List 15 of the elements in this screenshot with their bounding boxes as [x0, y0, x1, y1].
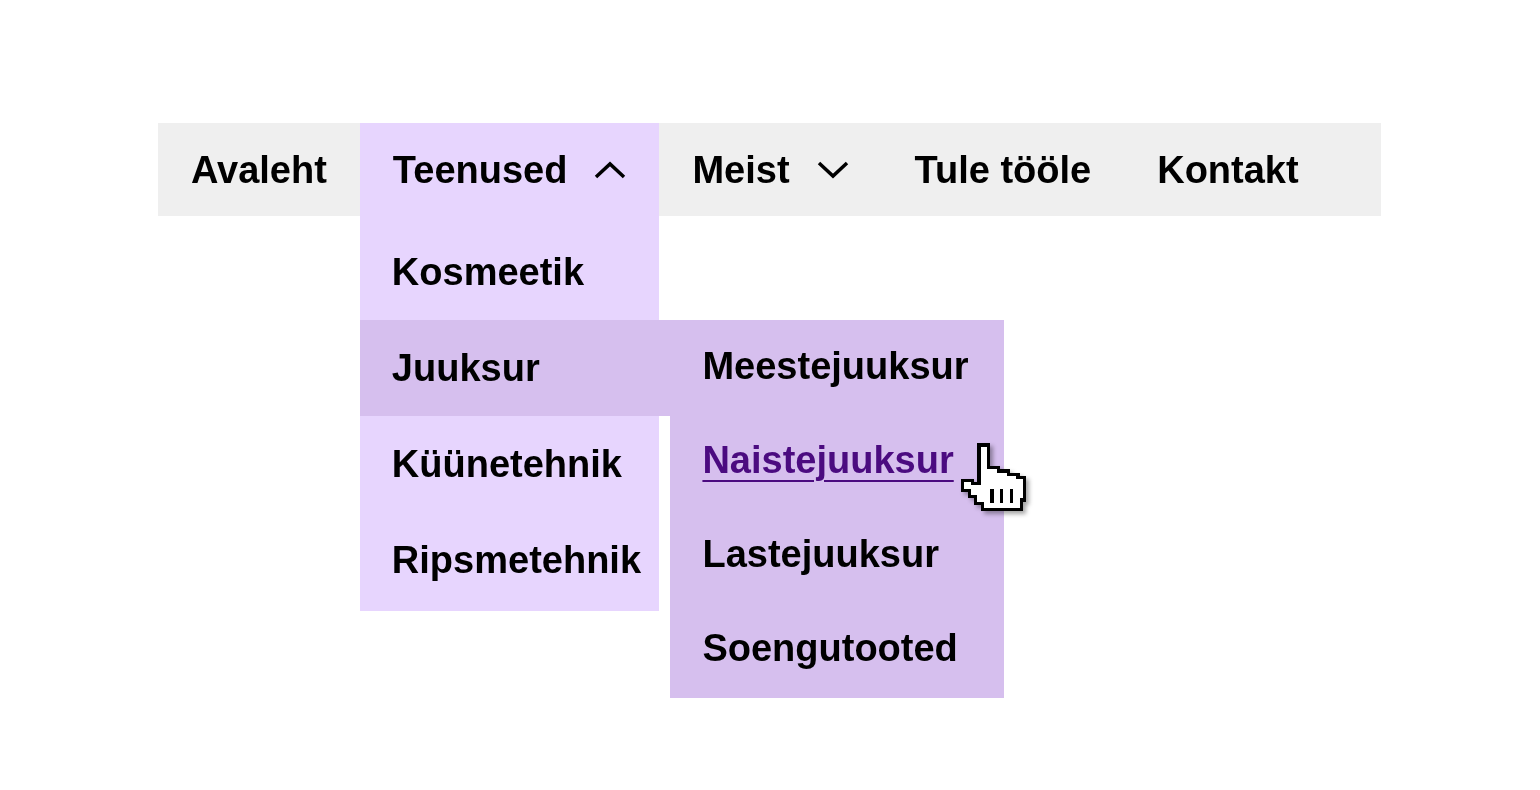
- menu-dropdown-button[interactable]: Meist: [659, 123, 882, 216]
- menu-dropdown-button[interactable]: Teenused: [359, 123, 660, 216]
- dropdown-item[interactable]: Juuksur: [359, 320, 671, 416]
- submenu-link[interactable]: Meestejuuksur: [702, 345, 969, 388]
- submenu-link[interactable]: Lastejuuksur: [702, 533, 939, 576]
- menu-link[interactable]: Tule tööle: [881, 123, 1125, 216]
- menu-link[interactable]: Avaleht: [158, 123, 360, 216]
- menu-link[interactable]: Kontakt: [1124, 123, 1332, 216]
- dropdown-item[interactable]: Küünetehnik: [359, 416, 660, 512]
- submenu-link[interactable]: Soengutooted: [702, 627, 958, 670]
- chevron-up-icon: [594, 160, 627, 179]
- dropdown-item[interactable]: Kosmeetik: [359, 224, 660, 320]
- chevron-down-icon: [816, 160, 849, 179]
- dropdown-item[interactable]: Ripsmetehnik: [359, 512, 660, 608]
- submenu-link[interactable]: Naistejuuksur: [702, 439, 954, 482]
